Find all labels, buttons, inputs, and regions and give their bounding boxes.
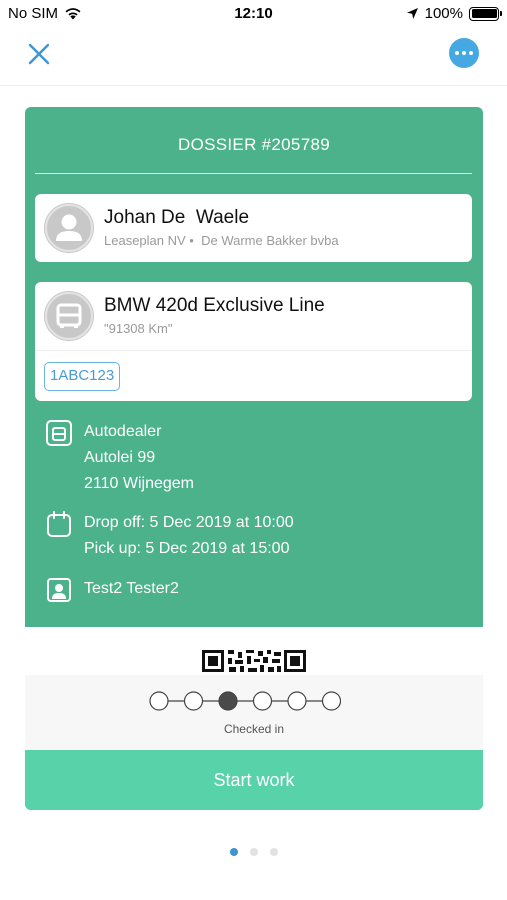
more-options-button[interactable] (449, 38, 479, 68)
progress-step (287, 691, 307, 711)
progress-area: Checked in (25, 675, 483, 750)
start-work-button[interactable]: Start work (25, 750, 483, 810)
dealer-city: 2110 Wijnegem (84, 475, 194, 492)
vehicle-divider (35, 350, 472, 351)
qr-code-area[interactable] (25, 627, 483, 675)
garage-icon (46, 420, 72, 446)
assignee-name: Test2 Tester2 (84, 580, 179, 597)
qr-code-icon (202, 650, 306, 672)
vehicle-mileage: "91308 Km" (104, 321, 173, 336)
user-badge-icon (47, 578, 71, 602)
assigned-user: Test2 Tester2 (45, 576, 179, 604)
title-divider (35, 173, 472, 174)
page-dot[interactable] (249, 848, 258, 856)
status-bar: No SIM 12:10 100% (0, 0, 507, 28)
drop-off-time: Drop off: 5 Dec 2019 at 10:00 (84, 514, 294, 531)
more-dots-icon (455, 51, 473, 55)
customer-company: Leaseplan NV (104, 233, 186, 248)
customer-subtitle: Leaseplan NV • De Warme Bakker bvba (104, 233, 339, 248)
car-placeholder-icon (45, 292, 93, 340)
person-placeholder-icon (45, 204, 93, 252)
battery-label: 100% (424, 5, 463, 22)
progress-step-current (218, 691, 238, 711)
pick-up-time: Pick up: 5 Dec 2019 at 15:00 (84, 540, 290, 557)
progress-stepper (149, 691, 341, 711)
page-dot-active[interactable] (229, 848, 238, 856)
customer-name: Johan De Waele (104, 207, 250, 228)
person-avatar (44, 203, 94, 253)
dealer-street: Autolei 99 (84, 449, 156, 466)
dealer-name: Autodealer (84, 423, 162, 440)
close-button[interactable] (24, 39, 54, 69)
customer-box[interactable]: Johan De Waele Leaseplan NV • De Warme B… (35, 194, 472, 262)
battery-icon (469, 6, 502, 21)
progress-step (149, 691, 169, 711)
progress-step (252, 691, 273, 711)
vehicle-model: BMW 420d Exclusive Line (104, 295, 325, 316)
appointment-dates: Drop off: 5 Dec 2019 at 10:00 Pick up: 5… (45, 510, 294, 562)
dealer-location: Autodealer Autolei 99 2110 Wijnegem (45, 419, 194, 497)
dossier-card[interactable]: DOSSIER #205789 Johan De Waele Leaseplan… (25, 107, 483, 810)
dossier-title: DOSSIER #205789 (178, 135, 330, 154)
close-icon (28, 43, 50, 65)
location-arrow-icon (406, 8, 418, 19)
progress-step (183, 691, 204, 711)
customer-employer: De Warme Bakker bvba (201, 233, 339, 248)
vehicle-avatar (44, 291, 94, 341)
progress-step (321, 691, 341, 711)
progress-status-label: Checked in (223, 722, 285, 736)
calendar-icon (47, 511, 71, 537)
page-indicator (0, 848, 507, 856)
bullet-separator: • (189, 233, 194, 248)
license-plate-tag[interactable]: 1ABC123 (44, 362, 121, 391)
page-dot[interactable] (269, 848, 278, 856)
nav-bar (0, 28, 507, 86)
status-right: 100% (406, 5, 502, 22)
vehicle-box[interactable]: BMW 420d Exclusive Line "91308 Km" 1ABC1… (35, 282, 472, 401)
